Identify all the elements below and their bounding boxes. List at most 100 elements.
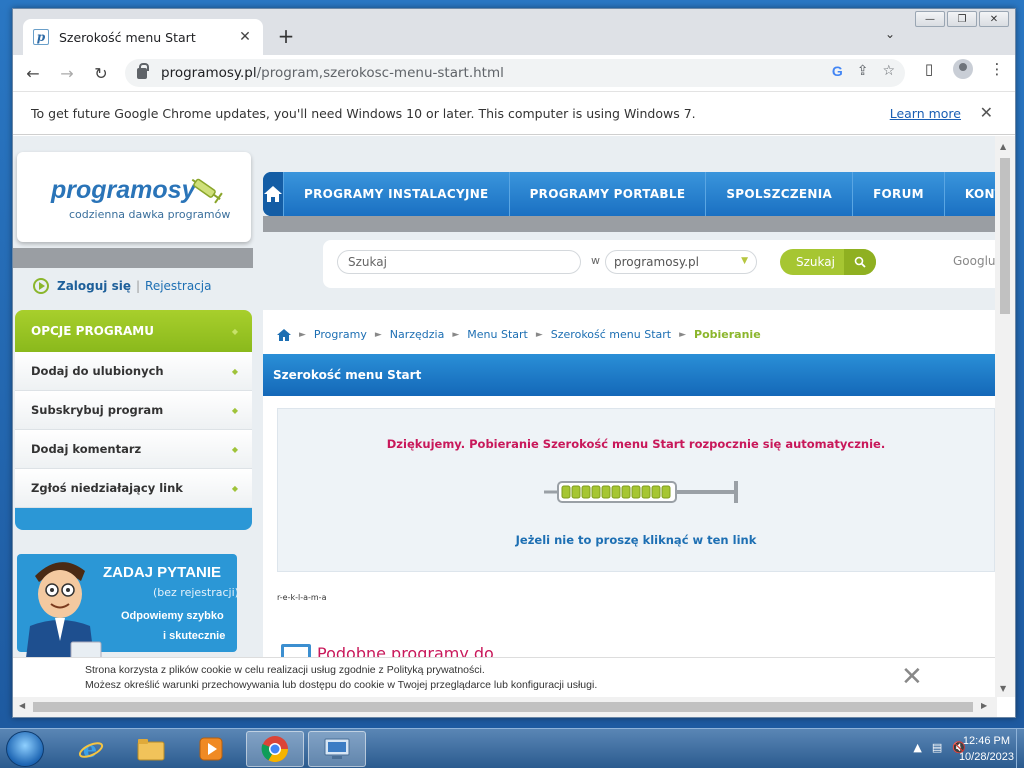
nav-programy-instalacyjne[interactable]: PROGRAMY INSTALACYJNE: [283, 172, 509, 216]
search-icon: [844, 249, 876, 275]
site-search: Szukaj w programosy.pl ▼ Szukaj Googluj: [323, 240, 995, 288]
syringe-logo-icon: [191, 178, 223, 204]
search-scope-select[interactable]: programosy.pl ▼: [605, 250, 757, 274]
forward-button[interactable]: →: [53, 59, 81, 87]
back-button[interactable]: ←: [19, 59, 47, 87]
breadcrumb-arrow-icon: ►: [452, 329, 460, 340]
taskbar-file-explorer[interactable]: [122, 731, 180, 767]
vertical-scroll-thumb[interactable]: [1000, 158, 1010, 314]
home-nav-button[interactable]: [263, 172, 283, 216]
scroll-up-icon[interactable]: ▲: [1000, 142, 1006, 151]
tab-search-icon[interactable]: ⌄: [885, 27, 895, 41]
cookie-text-2: Możesz określić warunki przechowywania l…: [85, 679, 598, 691]
new-tab-button[interactable]: +: [275, 25, 297, 47]
sidebar-item-label: Dodaj komentarz: [31, 442, 142, 456]
folder-icon: [137, 739, 165, 761]
close-cookie-icon[interactable]: ✕: [901, 662, 923, 692]
restore-button[interactable]: ❐: [947, 11, 977, 27]
logo-shadow-band: [13, 248, 253, 268]
sidebar-item-add-favorites[interactable]: Dodaj do ulubionych ◆: [15, 352, 252, 391]
tab-strip: p Szerokość menu Start ✕ + ⌄ — ❐ ✕: [13, 9, 1015, 55]
nav-programy-portable[interactable]: PROGRAMY PORTABLE: [508, 172, 706, 216]
taskbar-internet-explorer[interactable]: e: [62, 731, 120, 767]
scroll-down-icon[interactable]: ▼: [1000, 684, 1006, 693]
bookmark-star-icon[interactable]: ☆: [882, 63, 895, 79]
search-button[interactable]: Szukaj: [780, 249, 876, 275]
horizontal-scrollbar[interactable]: ◀ ▶: [13, 697, 997, 717]
menu-kebab-icon[interactable]: ⋮: [987, 60, 1007, 78]
close-tab-icon[interactable]: ✕: [237, 29, 253, 45]
taskbar-clock[interactable]: 12:46 PM 10/28/2023: [959, 733, 1014, 765]
breadcrumb-arrow-icon: ►: [535, 329, 543, 340]
sidebar-item-add-comment[interactable]: Dodaj komentarz ◆: [15, 430, 252, 469]
nav-kontakt[interactable]: KONTAKT: [943, 172, 995, 216]
manual-download-link[interactable]: Jeżeli nie to proszę kliknąć w ten link: [278, 533, 994, 547]
clock-date: 10/28/2023: [958, 751, 1014, 763]
network-icon[interactable]: ▤: [932, 741, 942, 754]
vertical-scrollbar[interactable]: ▲ ▼: [995, 136, 1015, 697]
horizontal-scroll-thumb[interactable]: [33, 702, 973, 712]
syringe-progress-icon: [544, 481, 738, 503]
sidebar-item-report-link[interactable]: Zgłoś niedziałający link ◆: [15, 469, 252, 508]
lock-icon[interactable]: [137, 62, 149, 79]
nav-spolszczenia[interactable]: SPOLSZCZENIA: [705, 172, 852, 216]
sidebar-item-subscribe[interactable]: Subskrybuj program ◆: [15, 391, 252, 430]
omnibox-actions: G ⇪ ☆: [832, 63, 895, 79]
media-player-icon: [199, 737, 223, 761]
program-options-sidebar: OPCJE PROGRAMU ◆ Dodaj do ulubionych ◆ S…: [15, 310, 252, 530]
close-infobar-icon[interactable]: ✕: [980, 103, 993, 122]
scroll-left-icon[interactable]: ◀: [19, 701, 25, 710]
breadcrumb-menu-start[interactable]: Menu Start: [467, 328, 528, 341]
nav-forum[interactable]: FORUM: [852, 172, 944, 216]
side-panel-icon[interactable]: ▯: [919, 60, 939, 78]
bullet-icon: ◆: [231, 444, 238, 454]
login-row: Zaloguj się | Rejestracja: [33, 278, 211, 294]
start-button[interactable]: [6, 731, 44, 767]
learn-more-link[interactable]: Learn more: [890, 106, 961, 121]
login-link[interactable]: Zaloguj się: [57, 279, 131, 293]
profile-avatar[interactable]: [953, 59, 973, 79]
home-breadcrumb-icon[interactable]: [277, 328, 291, 341]
google-lens-icon[interactable]: G: [832, 63, 843, 79]
sidebar-header: OPCJE PROGRAMU ◆: [15, 310, 252, 352]
favicon-icon: p: [33, 29, 49, 45]
breadcrumb: ► Programy ► Narzędzia ► Menu Start ► Sz…: [277, 328, 761, 341]
breadcrumb-narzedzia[interactable]: Narzędzia: [390, 328, 445, 341]
search-input[interactable]: Szukaj: [337, 250, 581, 274]
address-bar[interactable]: programosy.pl /program,szerokosc-menu-st…: [125, 59, 905, 87]
taskbar-media-player[interactable]: [182, 731, 240, 767]
bullet-icon: ◆: [231, 326, 238, 336]
download-box: Dziękujemy. Pobieranie Szerokość menu St…: [277, 408, 995, 572]
cookie-notice: Strona korzysta z plików cookie w celu r…: [13, 657, 995, 697]
register-link[interactable]: Rejestracja: [145, 279, 211, 293]
home-icon: [264, 186, 282, 202]
ask-line-1: Odpowiemy szybko: [121, 610, 224, 622]
reload-button[interactable]: ↻: [87, 59, 115, 87]
web-page: programosy codzienna dawka programów PRO…: [13, 136, 995, 697]
breadcrumb-program[interactable]: Szerokość menu Start: [551, 328, 671, 341]
windows-taskbar: e ▲ ▤ 🔇 12:46 PM 10/28/2023: [0, 728, 1024, 768]
ask-subtitle: (bez rejestracji): [153, 586, 239, 599]
sidebar-item-label: Dodaj do ulubionych: [31, 364, 164, 378]
browser-window: p Szerokość menu Start ✕ + ⌄ — ❐ ✕ ← → ↻…: [12, 8, 1016, 718]
site-logo[interactable]: programosy codzienna dawka programów: [17, 152, 251, 242]
chrome-icon: [261, 736, 289, 763]
browser-tab[interactable]: p Szerokość menu Start ✕: [23, 19, 263, 55]
bullet-icon: ◆: [231, 483, 238, 493]
scroll-right-icon[interactable]: ▶: [981, 701, 987, 710]
breadcrumb-arrow-icon: ►: [679, 329, 687, 340]
minimize-button[interactable]: —: [915, 11, 945, 27]
sidebar-footer: [15, 508, 252, 530]
cartoon-person-icon: [25, 562, 102, 666]
search-scope-label: w: [591, 254, 600, 267]
breadcrumb-current: Pobieranie: [694, 328, 761, 341]
url-path: /program,szerokosc-menu-start.html: [256, 65, 504, 81]
close-window-button[interactable]: ✕: [979, 11, 1009, 27]
show-desktop-button[interactable]: [1016, 729, 1024, 768]
taskbar-remote-desktop[interactable]: [308, 731, 366, 767]
share-icon[interactable]: ⇪: [857, 63, 869, 79]
taskbar-chrome[interactable]: [246, 731, 304, 767]
google-search-link[interactable]: Googluj: [953, 254, 995, 268]
breadcrumb-programy[interactable]: Programy: [314, 328, 367, 341]
tray-expand-icon[interactable]: ▲: [913, 741, 921, 754]
